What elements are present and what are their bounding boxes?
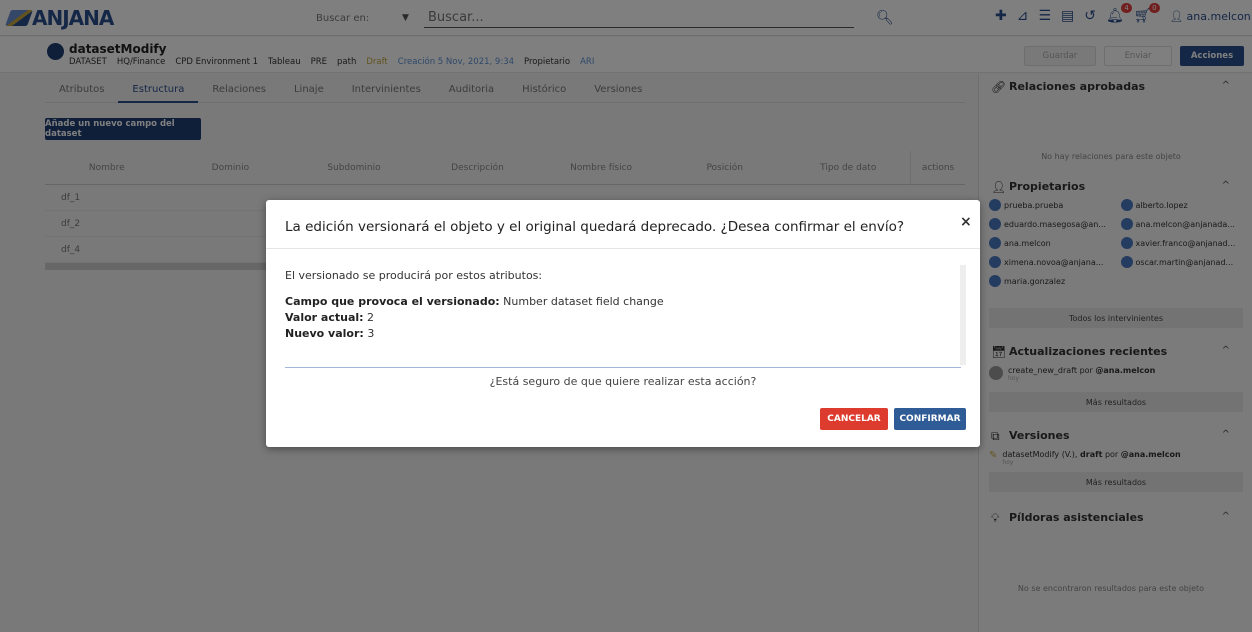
close-icon[interactable]: ×	[960, 214, 972, 230]
new-value-line: Nuevo valor: 3	[285, 326, 664, 342]
current-value-label: Valor actual:	[285, 311, 364, 324]
dialog-divider	[285, 367, 961, 368]
current-value: 2	[367, 311, 375, 324]
app-root: ANJANA Buscar en: ▼ 🔍︎ ✚ ⊿ ☰ ▤ ↺ 🔔︎ 4 🛒︎…	[0, 0, 1252, 632]
cancel-button[interactable]: CANCELAR	[820, 408, 888, 430]
dialog-intro: El versionado se producirá por estos atr…	[285, 269, 543, 282]
field-value: Number dataset field change	[503, 295, 664, 308]
confirm-dialog: La edición versionará el objeto y el ori…	[266, 200, 980, 447]
dialog-question: ¿Está seguro de que quiere realizar esta…	[489, 375, 757, 388]
versioning-field-line: Campo que provoca el versionado: Number …	[285, 294, 664, 310]
dialog-body: El versionado se producirá por estos atr…	[285, 268, 664, 342]
new-value: 3	[367, 327, 375, 340]
confirm-button[interactable]: CONFIRMAR	[894, 408, 966, 430]
field-label: Campo que provoca el versionado:	[285, 295, 500, 308]
new-value-label: Nuevo valor:	[285, 327, 364, 340]
dialog-divider	[266, 248, 980, 249]
dialog-title: La edición versionará el objeto y el ori…	[285, 219, 905, 235]
current-value-line: Valor actual: 2	[285, 310, 664, 326]
dialog-scrollbar[interactable]	[960, 265, 966, 365]
